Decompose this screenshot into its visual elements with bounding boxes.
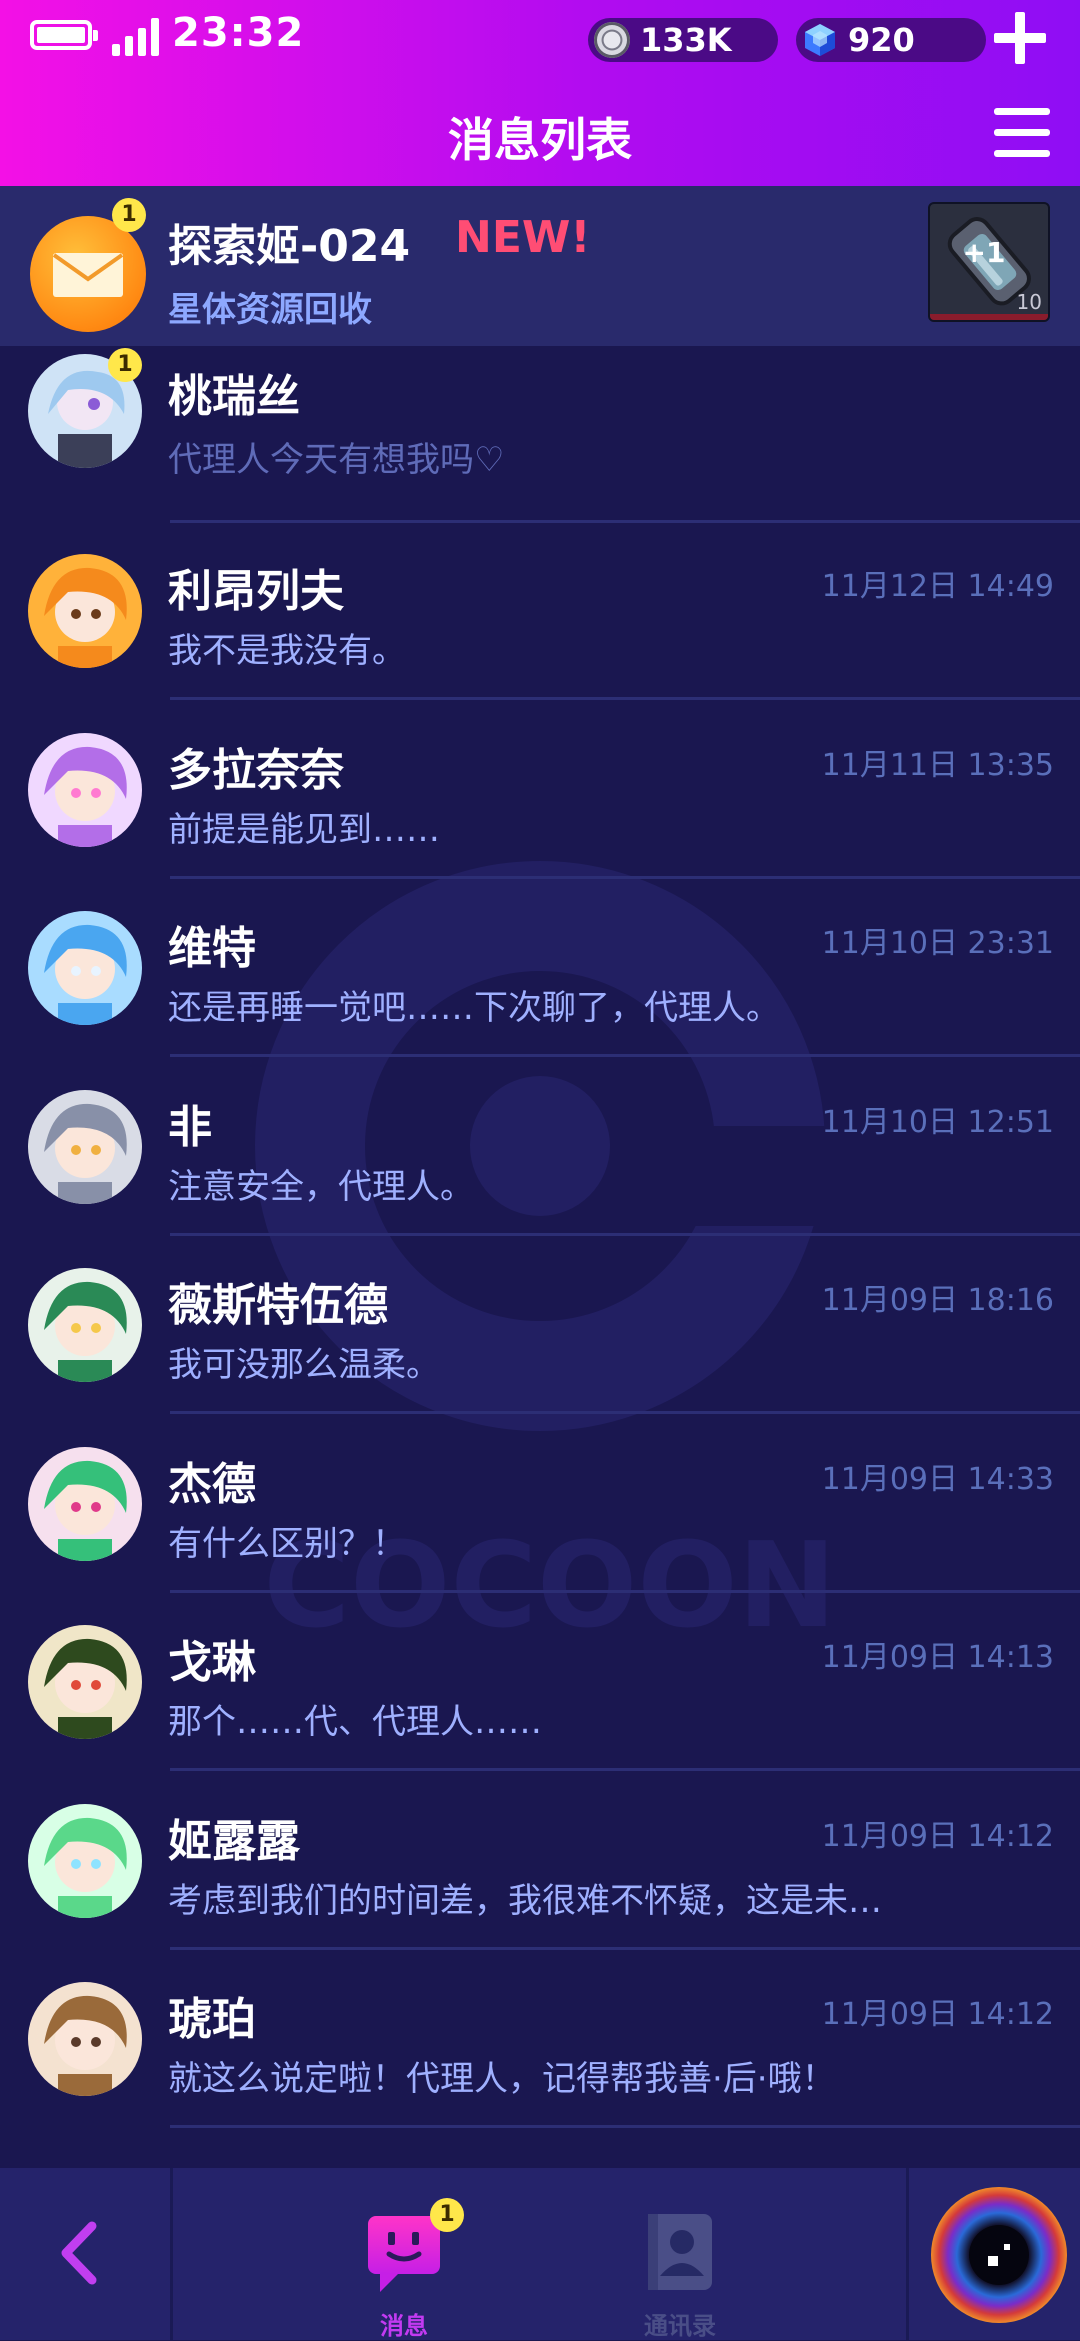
bottom-nav: 1 消息 通讯录 [0,2168,1080,2340]
message-preview: 注意安全，代理人。 [168,1166,474,1207]
contact-name: 利昂列夫 [168,566,344,617]
message-time: 11月12日 14:49 [821,569,1054,604]
message-preview: 我不是我没有。 [168,631,406,671]
conversation-row[interactable]: 1 桃瑞丝 代理人今天有想我吗♡ [0,346,1080,523]
mail-avatar [30,216,146,332]
message-preview: 前提是能见到…… [168,809,440,850]
message-time: 11月09日 14:12 [821,1818,1054,1854]
system-message-row[interactable]: 1 探索姬-024 NEW! 星体资源回收 +1 10 [0,186,1080,347]
envelope-icon [52,253,124,297]
contacts-tab-label: 通讯录 [644,2312,716,2340]
row-divider [170,1232,1080,1236]
contact-name: 姬露露 [168,1815,300,1867]
contact-name: 多拉奈奈 [168,744,344,796]
contact-name: 维特 [168,923,256,974]
message-time: 11月10日 23:31 [821,926,1054,961]
unread-badge: 1 [112,198,146,232]
gem-counter[interactable]: 920 [796,18,986,62]
avatar [28,911,142,1025]
tab-contacts[interactable]: 通讯录 [610,2202,750,2340]
conversation-row[interactable]: 非 注意安全，代理人。 11月10日 12:51 [0,1059,1080,1236]
attachment-item[interactable]: +1 10 [928,202,1050,322]
coin-icon [594,22,630,58]
page-title: 消息列表 [448,113,632,167]
avatar [28,1625,142,1739]
contacts-icon [648,2214,712,2290]
avatar [28,1982,142,2096]
message-time: 11月09日 14:12 [821,1997,1054,2032]
avatar [28,1089,142,1204]
status-bar: 23:32 133K 920 [0,0,1080,76]
conversation-row[interactable]: 姬露露 考虑到我们的时间差，我很难不怀疑，这是未… 11月09日 14:12 [0,1773,1080,1950]
app-header: 23:32 133K 920 消息列表 [0,0,1080,186]
row-divider [170,1589,1080,1593]
tab-messages[interactable]: 1 消息 [334,2198,474,2340]
new-tag: NEW! [455,212,591,263]
add-currency-button[interactable] [994,12,1046,64]
contact-name: 琥珀 [168,1994,256,2045]
message-preview: 还是再睡一觉吧……下次聊了，代理人。 [168,988,780,1028]
battery-icon [30,20,98,50]
message-time: 11月09日 14:33 [821,1461,1054,1497]
attachment-qty: 10 [1016,290,1042,314]
avatar [28,1446,142,1561]
conversation-row[interactable]: 戈琳 那个……代、代理人…… 11月09日 14:13 [0,1594,1080,1771]
message-time: 11月09日 18:16 [821,1283,1054,1318]
coin-value: 133K [640,21,732,59]
avatar [28,1268,142,1382]
row-divider [170,697,1080,700]
portal-icon[interactable] [928,2184,1070,2326]
status-time: 23:32 [172,10,305,56]
contact-name: 薇斯特伍德 [168,1280,388,1331]
row-divider [170,1768,1080,1771]
row-divider [170,1411,1080,1414]
unread-badge: 1 [108,348,142,382]
message-list[interactable]: COCOON 1 探索姬-024 NEW! 星体资源回收 +1 10 1 桃瑞丝… [0,186,1080,2168]
message-time: 11月10日 12:51 [821,1104,1054,1140]
message-time: 11月11日 13:35 [821,747,1054,783]
row-divider [170,2125,1080,2128]
message-preview: 有什么区别？！ [168,1523,406,1564]
conversation-row[interactable]: 薇斯特伍德 我可没那么温柔。 11月09日 18:16 [0,1237,1080,1414]
avatar [28,1803,142,1918]
message-preview: 那个……代、代理人…… [168,1702,542,1742]
coin-counter[interactable]: 133K [588,18,778,62]
messages-badge: 1 [430,2198,464,2232]
row-divider [170,1054,1080,1057]
row-divider [170,1946,1080,1950]
message-preview: 就这么说定啦！代理人，记得帮我善·后·哦！ [168,2059,836,2099]
row-divider [170,875,1080,879]
conversation-row[interactable]: 维特 还是再睡一觉吧……下次聊了，代理人。 11月10日 23:31 [0,880,1080,1057]
contact-name: 非 [168,1101,212,1153]
conversation-row[interactable]: 多拉奈奈 前提是能见到…… 11月11日 13:35 [0,702,1080,879]
contact-name: 杰德 [168,1458,256,1510]
messages-tab-label: 消息 [380,2312,428,2340]
conversation-row[interactable]: 杰德 有什么区别？！ 11月09日 14:33 [0,1416,1080,1593]
sender-name: 探索姬-024 [168,221,411,272]
conversation-row[interactable]: 利昂列夫 我不是我没有。 11月12日 14:49 [0,523,1080,700]
avatar [28,554,142,668]
back-arrow-icon[interactable] [52,2218,112,2288]
message-preview: 我可没那么温柔。 [168,1345,440,1385]
contact-name: 戈琳 [168,1637,256,1688]
gem-value: 920 [848,21,915,59]
menu-icon[interactable] [994,108,1050,158]
conversation-row[interactable]: 琥珀 就这么说定啦！代理人，记得帮我善·后·哦！ 11月09日 14:12 [0,1951,1080,2128]
contact-name: 桃瑞丝 [168,371,300,422]
message-preview: 考虑到我们的时间差，我很难不怀疑，这是未… [168,1880,882,1921]
gem-icon [805,24,835,56]
message-time: 11月09日 14:13 [821,1640,1054,1675]
message-preview: 代理人今天有想我吗♡ [168,440,505,480]
signal-icon [112,18,164,56]
attachment-label: +1 [963,236,1006,269]
avatar [28,732,142,847]
message-subtitle: 星体资源回收 [168,290,372,330]
